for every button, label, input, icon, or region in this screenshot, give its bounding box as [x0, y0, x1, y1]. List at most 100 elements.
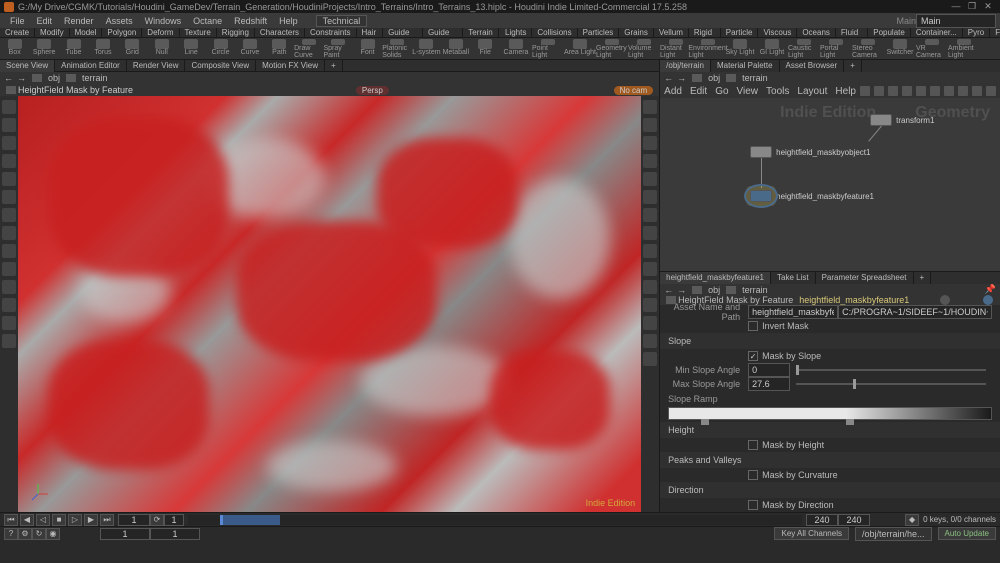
shelf-tab[interactable]: Populate C... [868, 28, 911, 37]
shelf-tab[interactable]: Vellum [654, 28, 689, 37]
network-canvas[interactable]: Indie Edition Geometry transform1 height… [660, 98, 1000, 271]
display-opt-13[interactable] [643, 316, 657, 330]
inspect-tool[interactable] [2, 244, 16, 258]
geo-icon[interactable] [66, 74, 76, 82]
nav-fwd-icon[interactable]: → [677, 285, 686, 295]
rotate-tool[interactable] [2, 136, 16, 150]
display-opt-11[interactable] [643, 280, 657, 294]
shelf-tab[interactable]: Deform [142, 28, 179, 37]
shelf-tab[interactable]: Pyro FX [963, 28, 990, 37]
select-tool[interactable] [2, 100, 16, 114]
shelf-tool-distlight[interactable]: Distant Light [660, 39, 692, 59]
render-tool[interactable] [2, 226, 16, 240]
timeline-slider[interactable] [188, 515, 802, 525]
nav-back-icon[interactable]: ← [664, 285, 673, 295]
slope-ramp[interactable] [668, 407, 992, 420]
shelf-tool-circle[interactable]: Circle [206, 39, 235, 59]
shelf-tab[interactable]: Viscous Fl... [758, 28, 797, 37]
shelf-tool-vrcamera[interactable]: VR Camera [916, 39, 948, 59]
menu-assets[interactable]: Assets [100, 16, 139, 26]
tab-matpalette[interactable]: Material Palette [711, 60, 780, 72]
shelf-tool-lsystem[interactable]: L-system [412, 39, 441, 59]
ramp-point-1[interactable] [701, 419, 709, 425]
tab-motionfx[interactable]: Motion FX View [256, 60, 325, 72]
menu-render[interactable]: Render [58, 16, 100, 26]
ramp-point-2[interactable] [846, 419, 854, 425]
menu-redshift[interactable]: Redshift [228, 16, 273, 26]
geo-icon[interactable] [726, 286, 736, 294]
misc-tool-4[interactable] [2, 316, 16, 330]
mask-height-checkbox[interactable] [748, 440, 758, 450]
status-frame-a[interactable] [100, 528, 150, 540]
net-icon-9[interactable] [972, 86, 982, 96]
shelf-tool-drawcurve[interactable]: Draw Curve [294, 39, 323, 59]
tab-scene-view[interactable]: Scene View [0, 60, 55, 72]
display-opt-4[interactable] [643, 154, 657, 168]
shelf-tool-metaball[interactable]: Metaball [441, 39, 470, 59]
height-section[interactable]: Height [660, 422, 1000, 438]
net-icon-1[interactable] [860, 86, 870, 96]
display-opt-7[interactable] [643, 208, 657, 222]
shelf-tool-ambient[interactable]: Ambient Light [948, 39, 980, 59]
shelf-tool-torus[interactable]: Torus [88, 39, 117, 59]
move-tool[interactable] [2, 118, 16, 132]
net-icon-6[interactable] [930, 86, 940, 96]
shelf-tool-file[interactable]: File [471, 39, 500, 59]
shelf-tab[interactable]: Modify [35, 28, 70, 37]
shelf-tab[interactable]: FEM [990, 28, 1000, 37]
shelf-tool-box[interactable]: Box [0, 39, 29, 59]
camera-pill[interactable]: No cam [614, 86, 654, 95]
display-opt-9[interactable] [643, 244, 657, 258]
tab-anim-editor[interactable]: Animation Editor [55, 60, 127, 72]
realtime-toggle[interactable]: ⟳ [150, 514, 164, 526]
scale-tool[interactable] [2, 154, 16, 168]
nav-back-icon[interactable]: ← [4, 73, 13, 83]
nav-fwd-icon[interactable]: → [17, 73, 26, 83]
help-icon[interactable] [983, 295, 993, 305]
shelf-tool-skylight[interactable]: Sky Light [724, 39, 756, 59]
nav-back-icon[interactable]: ← [664, 73, 673, 83]
asset-name-field[interactable] [748, 305, 838, 319]
node-maskbyfeature[interactable]: heightfield_maskbyfeature1 [750, 190, 874, 202]
shelf-tool-path[interactable]: Path [265, 39, 294, 59]
asset-path-field[interactable] [838, 305, 992, 319]
next-frame-button[interactable]: ▷ [68, 514, 82, 526]
shelf-tab[interactable]: Particle Fl... [721, 28, 759, 37]
display-opt-8[interactable] [643, 226, 657, 240]
display-opt-6[interactable] [643, 190, 657, 204]
auto-update-button[interactable]: Auto Update [938, 527, 996, 540]
menu-help[interactable]: Help [273, 16, 304, 26]
handle-tool[interactable] [2, 172, 16, 186]
desktop-selector[interactable]: Technical [316, 15, 368, 27]
net-menu-edit[interactable]: Edit [690, 86, 707, 97]
frame-current[interactable] [118, 514, 150, 526]
mask-slope-checkbox[interactable] [748, 351, 758, 361]
status-frame-b[interactable] [150, 528, 200, 540]
obj-icon[interactable] [32, 74, 42, 82]
shelf-tool-arealight[interactable]: Area Light [564, 39, 596, 59]
shelf-tab[interactable]: Particles [578, 28, 620, 37]
display-opt-10[interactable] [643, 262, 657, 276]
display-opt-5[interactable] [643, 172, 657, 186]
shelf-tab[interactable]: Grains [619, 28, 654, 37]
menu-edit[interactable]: Edit [31, 16, 59, 26]
shelf-tool-gilight[interactable]: GI Light [756, 39, 788, 59]
last-frame-button[interactable]: ⏭ [100, 514, 114, 526]
slope-section[interactable]: Slope [660, 333, 1000, 349]
net-icon-8[interactable] [958, 86, 968, 96]
close-button[interactable]: ✕ [980, 1, 996, 12]
persp-pill[interactable]: Persp [356, 86, 389, 95]
nav-fwd-icon[interactable]: → [677, 73, 686, 83]
display-opt-14[interactable] [643, 334, 657, 348]
mask-curv-checkbox[interactable] [748, 470, 758, 480]
pin-icon[interactable]: 📌 [985, 284, 996, 295]
shelf-tool-platonic[interactable]: Platonic Solids [382, 39, 411, 59]
net-menu-layout[interactable]: Layout [797, 86, 827, 97]
shelf-tab[interactable]: Fluid Con... [836, 28, 868, 37]
menu-octane[interactable]: Octane [187, 16, 228, 26]
key-all-button[interactable]: Key All Channels [774, 527, 848, 540]
net-menu-tools[interactable]: Tools [766, 86, 789, 97]
shelf-tool-tube[interactable]: Tube [59, 39, 88, 59]
max-slope-slider[interactable] [796, 383, 986, 385]
display-opt-12[interactable] [643, 298, 657, 312]
